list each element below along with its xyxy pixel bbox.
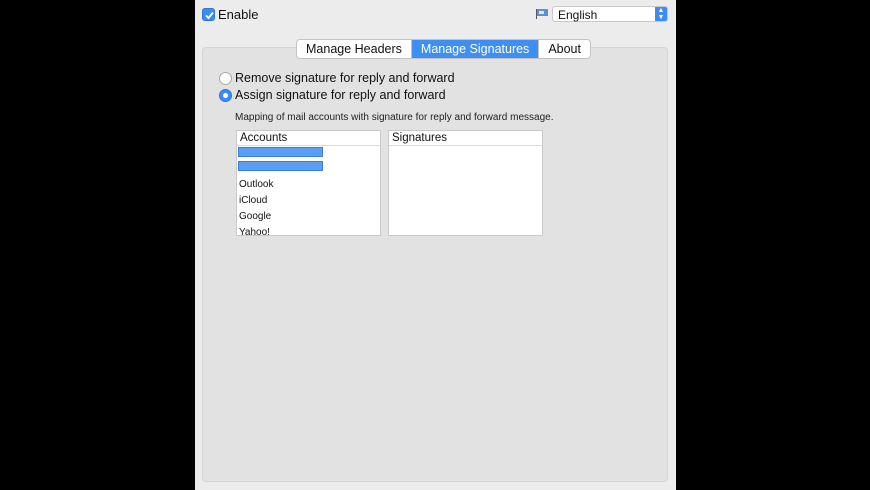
preferences-window: Enable English ▲ ▼ Manage Headers Manage … [195, 0, 676, 490]
enable-checkbox[interactable] [202, 8, 215, 21]
list-item-selected[interactable] [238, 147, 323, 157]
assign-signature-label[interactable]: Assign signature for reply and forward [235, 88, 446, 102]
enable-label[interactable]: Enable [218, 7, 258, 22]
checkmark-icon [205, 11, 214, 20]
list-item-selected[interactable] [238, 161, 323, 171]
list-item[interactable]: Google [239, 211, 271, 222]
accounts-header[interactable]: Accounts [237, 131, 380, 146]
mapping-description: Mapping of mail accounts with signature … [235, 112, 554, 123]
list-item[interactable]: Yahoo! [239, 227, 270, 235]
remove-signature-label[interactable]: Remove signature for reply and forward [235, 71, 455, 85]
language-select[interactable]: English ▲ ▼ [552, 6, 668, 22]
tab-manage-headers[interactable]: Manage Headers [297, 40, 412, 58]
signatures-header[interactable]: Signatures [389, 131, 542, 146]
flag-icon [536, 9, 548, 19]
select-arrows-icon: ▲ ▼ [655, 7, 667, 21]
tab-manage-signatures[interactable]: Manage Signatures [411, 40, 540, 58]
top-bar: Enable English ▲ ▼ [195, 0, 676, 30]
tab-bar: Manage Headers Manage Signatures About [296, 39, 591, 59]
assign-signature-radio[interactable] [219, 89, 232, 102]
language-value: English [558, 8, 598, 22]
accounts-list[interactable]: Accounts Outlook iCloud Google Yahoo! [236, 130, 381, 236]
remove-signature-radio[interactable] [219, 72, 232, 85]
tab-about[interactable]: About [539, 40, 590, 58]
signatures-list[interactable]: Signatures [388, 130, 543, 236]
list-item[interactable]: Outlook [239, 179, 273, 190]
list-item[interactable]: iCloud [239, 195, 267, 206]
